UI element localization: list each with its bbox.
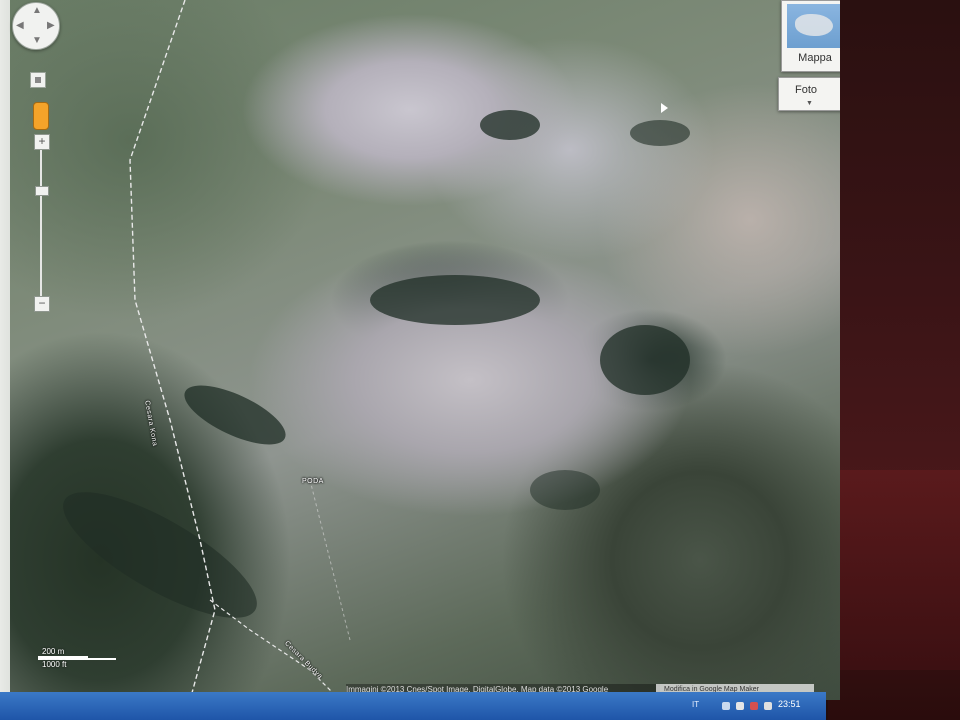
mouse-cursor-icon <box>661 103 668 113</box>
language-indicator[interactable]: IT <box>692 700 699 709</box>
satellite-map[interactable]: PODA Cesara Kona Cesara Budva <box>10 0 840 700</box>
pan-down-icon[interactable]: ▼ <box>32 36 42 46</box>
zoom-reset-button[interactable] <box>30 72 46 88</box>
system-clock[interactable]: 23:51 <box>778 699 801 709</box>
power-icon[interactable] <box>764 702 772 710</box>
pan-up-icon[interactable]: ▲ <box>32 6 42 16</box>
zoom-in-button[interactable]: + <box>34 134 50 150</box>
trail-path <box>129 0 216 700</box>
trail-lines <box>129 0 351 700</box>
zoom-slider-handle[interactable] <box>35 186 49 196</box>
scale-bar: 200 m 1000 ft <box>38 647 118 670</box>
pan-left-icon[interactable]: ◀ <box>16 21 24 31</box>
screen: PODA Cesara Kona Cesara Budva ▲ ◀ ▶ ▼ + … <box>0 0 840 700</box>
chevron-down-icon: ▼ <box>806 100 813 107</box>
pan-right-icon[interactable]: ▶ <box>47 21 55 31</box>
taskbar <box>0 692 826 720</box>
scale-imperial: 1000 ft <box>42 660 67 669</box>
trail-path <box>209 599 341 700</box>
place-label: PODA <box>302 478 324 485</box>
map-type-button[interactable]: Mappa <box>781 0 840 72</box>
pan-control[interactable]: ▲ ◀ ▶ ▼ <box>12 2 60 50</box>
globe-map-icon <box>787 4 840 48</box>
map-type-label: Mappa <box>798 52 832 64</box>
foto-label: Foto <box>794 84 817 96</box>
scale-metric: 200 m <box>42 647 65 656</box>
trail-path <box>309 479 351 641</box>
foto-button[interactable]: Foto ▼ <box>778 77 840 111</box>
zoom-out-button[interactable]: − <box>34 296 50 312</box>
flag-icon[interactable] <box>736 702 744 710</box>
volume-icon[interactable] <box>750 702 758 710</box>
zoom-slider-track[interactable] <box>40 150 42 296</box>
street-view-pegman-icon[interactable] <box>33 102 49 130</box>
network-icon[interactable] <box>722 702 730 710</box>
